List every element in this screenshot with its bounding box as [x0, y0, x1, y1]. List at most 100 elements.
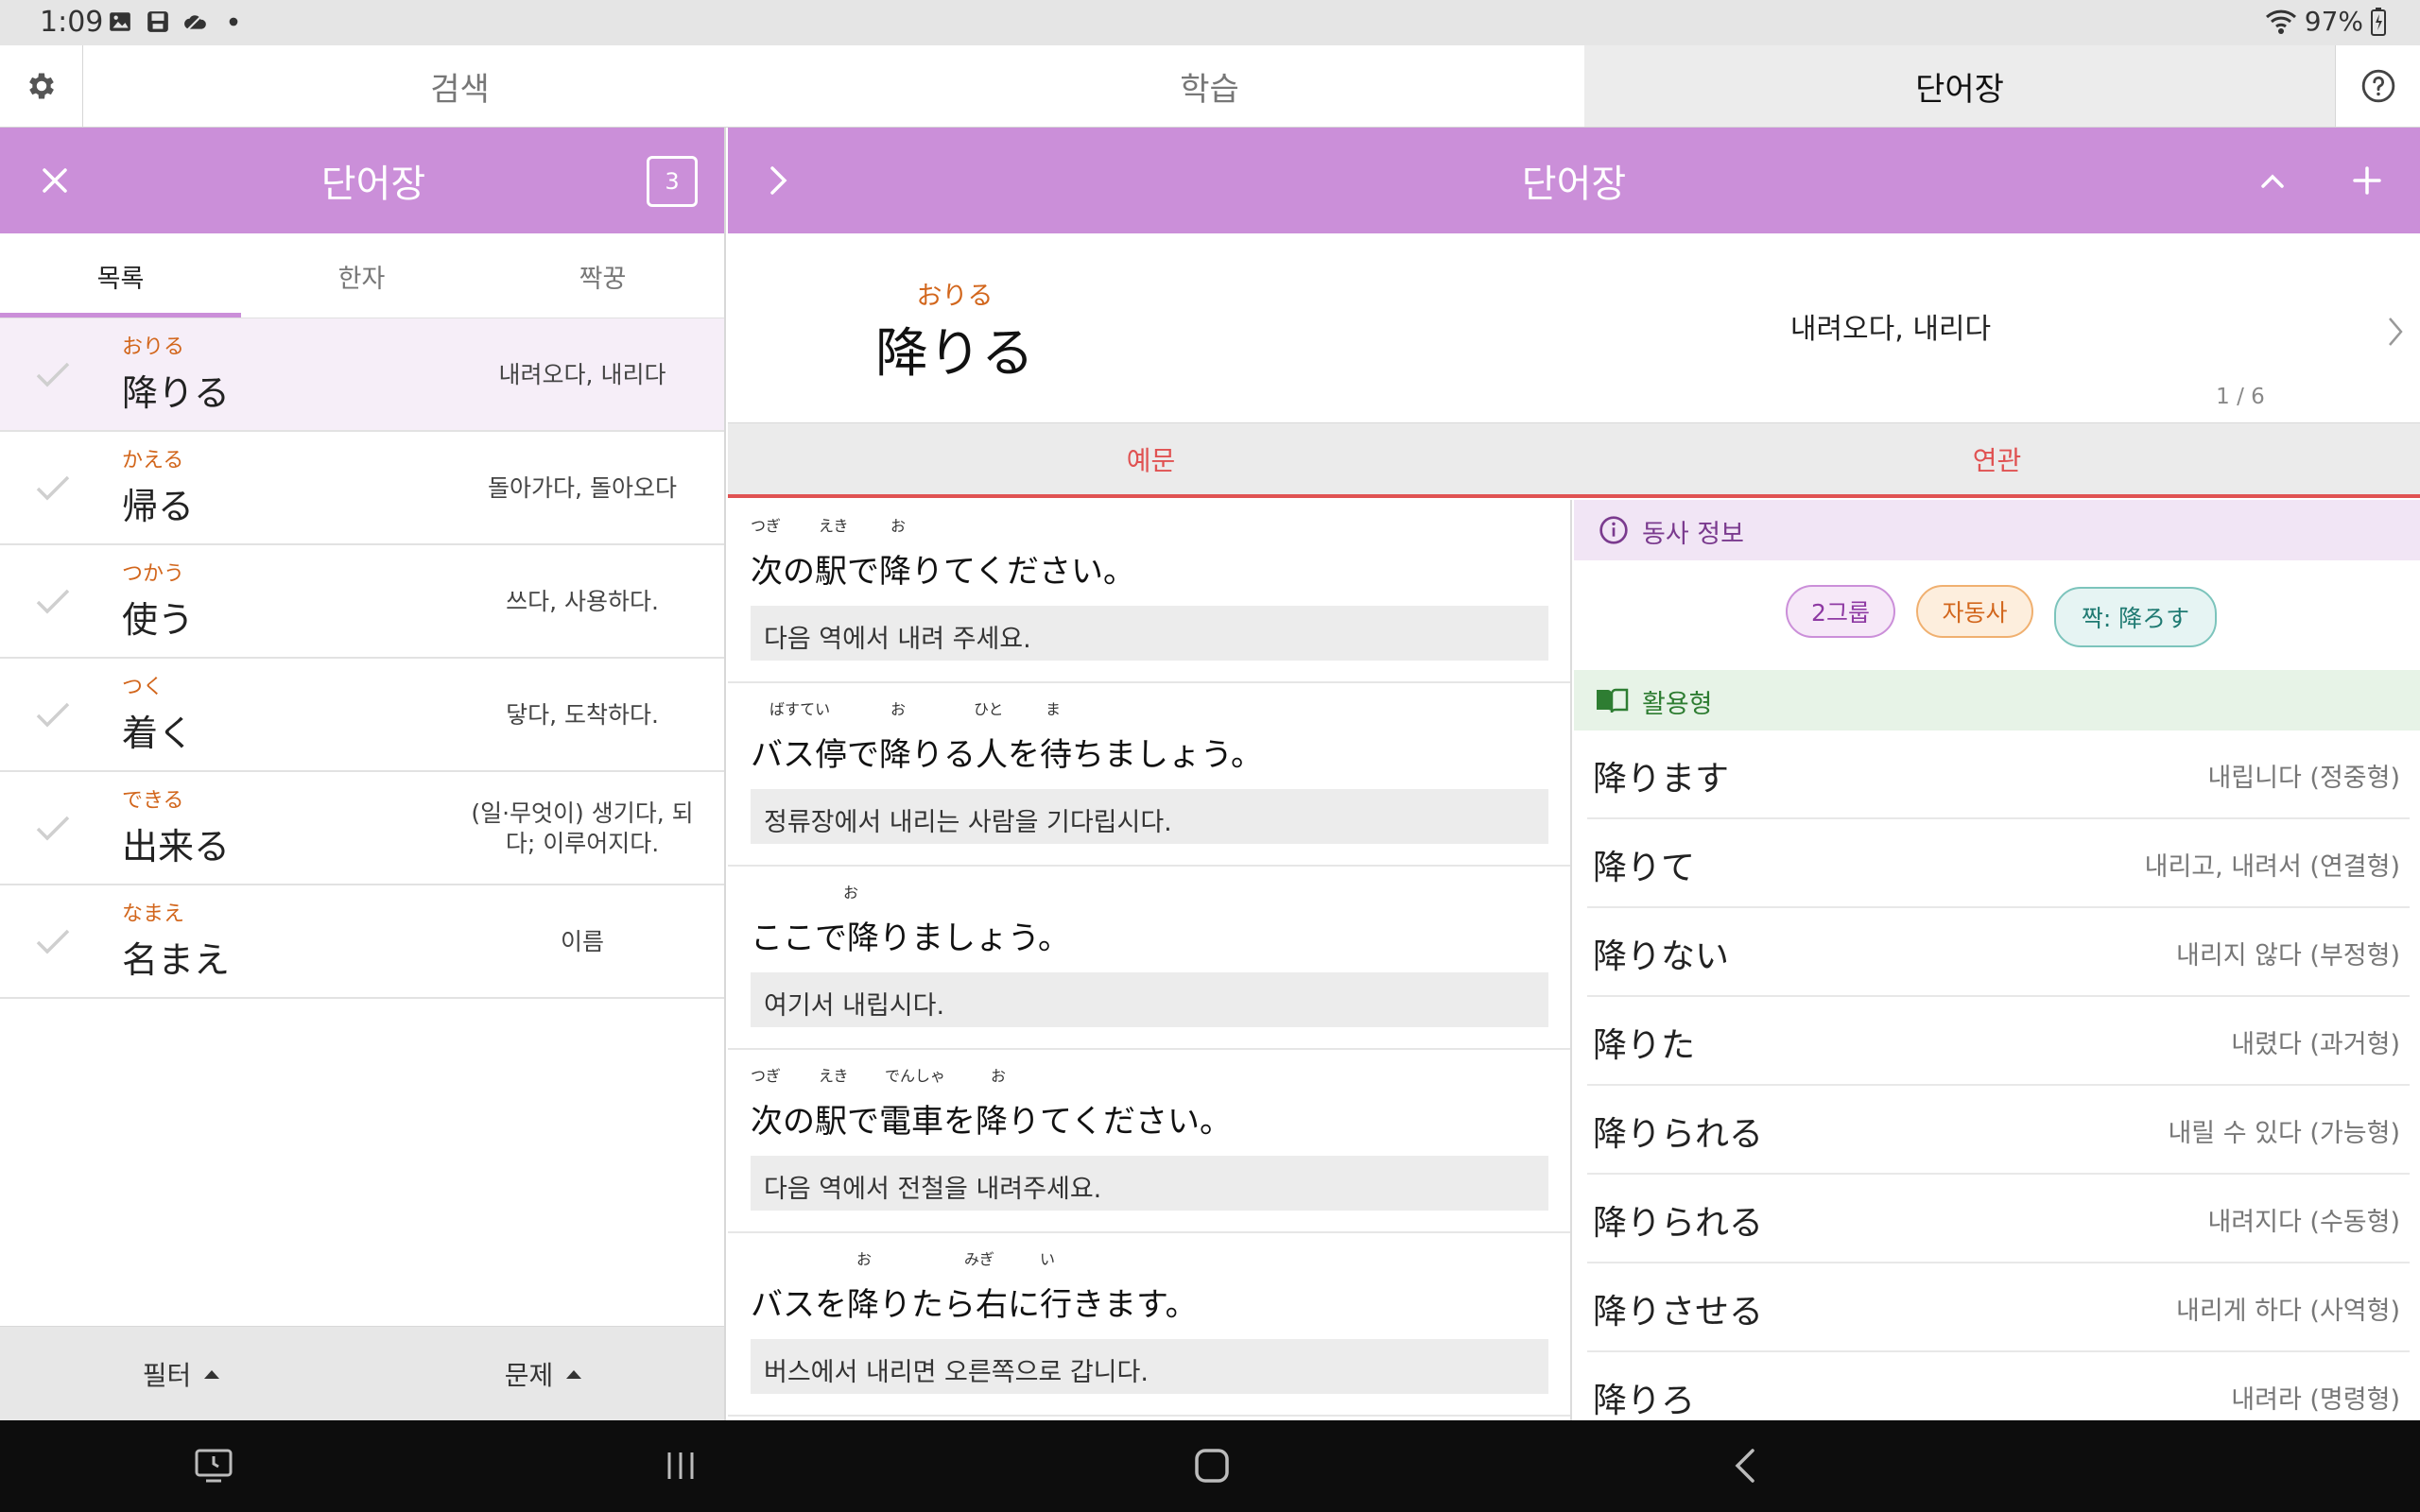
conjugation-meaning: 내리고, 내려서 (연결형): [2144, 852, 2400, 882]
word-meaning: 내려오다, 내리다: [498, 360, 666, 388]
caret-up-icon: [566, 1369, 582, 1379]
check-icon[interactable]: [34, 587, 72, 615]
quiz-label: 문제: [504, 1360, 554, 1391]
settings-button[interactable]: [0, 45, 83, 127]
book-icon: [1597, 688, 1629, 713]
subtab-indicator: [0, 313, 241, 318]
tab-search[interactable]: 검색: [85, 45, 835, 127]
add-button[interactable]: [2341, 154, 2394, 207]
example-japanese: 次の駅で降りてください。: [751, 553, 1135, 591]
word-kanji: 名まえ: [122, 939, 231, 981]
entry-word: 降りる: [875, 323, 1034, 385]
subtab-list[interactable]: 목록: [0, 233, 241, 318]
word-row[interactable]: つかう 使う 쓰다, 사용하다.: [0, 545, 724, 659]
example-korean: 버스에서 내리면 오른쪽으로 갑니다.: [764, 1358, 1149, 1387]
conjugation-form: 降りろ: [1593, 1382, 1696, 1420]
screenshot-button[interactable]: [185, 1437, 242, 1494]
plus-icon: [2353, 166, 2381, 195]
furigana: ばすてい: [769, 700, 831, 718]
status-icons: [108, 9, 246, 34]
word-kanji: 帰る: [122, 486, 195, 527]
entry-page-indicator: 1 / 6: [2216, 385, 2265, 409]
furigana: つぎ: [751, 1067, 782, 1085]
examples-list[interactable]: つぎ えき お 次の駅で降りてください。 다음 역에서 내려 주세요. ばすてい…: [728, 500, 1572, 1420]
caret-up-icon: [204, 1369, 220, 1379]
word-kanji: 降りる: [122, 372, 231, 414]
tab-examples[interactable]: 예문: [728, 423, 1574, 495]
tag-pair[interactable]: 짝: 降ろす: [2054, 587, 2217, 647]
top-tab-bar: 검색 학습 단어장: [0, 45, 2420, 128]
filter-button[interactable]: 필터: [0, 1327, 362, 1421]
back-button[interactable]: [1717, 1437, 1773, 1494]
furigana: つぎ: [751, 517, 782, 535]
recent-apps-button[interactable]: [652, 1437, 709, 1494]
cloud-icon: [184, 12, 206, 31]
close-button[interactable]: [28, 154, 81, 207]
tab-related[interactable]: 연관: [1574, 423, 2420, 495]
furigana: ひと: [974, 700, 1004, 718]
collapse-button[interactable]: [2246, 154, 2299, 207]
check-icon[interactable]: [34, 814, 72, 842]
check-icon[interactable]: [34, 927, 72, 955]
word-detail-panel: 단어장 おりる 降りる 내려오다, 내리다 1 / 6 예문 연관 つぎ えき …: [728, 128, 2420, 1420]
furigana: い: [1040, 1250, 1056, 1268]
check-icon[interactable]: [34, 360, 72, 388]
furigana: お: [890, 517, 907, 535]
furigana: でんしゃ: [885, 1067, 946, 1085]
example-korean: 다음 역에서 전철을 내려주세요.: [764, 1175, 1102, 1204]
expand-button[interactable]: [752, 154, 805, 207]
word-reading: つく: [122, 676, 164, 699]
wordbook-list-panel: 단어장 3 목록 한자 짝꿍 おりる 降りる 내려오다, 내리다 かえる 帰る …: [0, 128, 726, 1420]
battery-percent: 97%: [2304, 6, 2363, 37]
word-row[interactable]: おりる 降りる 내려오다, 내리다: [0, 318, 724, 432]
help-button[interactable]: [2335, 45, 2420, 127]
example-korean: 다음 역에서 내려 주세요.: [764, 625, 1031, 654]
verb-info-title: 동사 정보: [1642, 520, 1744, 549]
example-translation-box: 여기서 내립시다.: [751, 972, 1548, 1027]
conjugation-row: 降りられる 내릴 수 있다 (가능형): [1587, 1086, 2410, 1175]
left-header: 단어장 3: [0, 128, 724, 233]
word-meaning: 닿다, 도착하다.: [506, 700, 659, 729]
left-subtabs: 목록 한자 짝꿍: [0, 233, 724, 318]
word-reading: できる: [122, 789, 184, 813]
home-icon: [1195, 1449, 1229, 1483]
example-translation-box: 버스에서 내리면 오른쪽으로 갑니다.: [751, 1339, 1548, 1394]
furigana: お: [843, 884, 859, 902]
battery-icon: [2371, 7, 2386, 36]
word-row[interactable]: かえる 帰る 돌아가다, 돌아오다: [0, 432, 724, 545]
word-row[interactable]: つく 着く 닿다, 도착하다.: [0, 659, 724, 772]
conjugation-row: 降りさせる 내리게 하다 (사역형): [1587, 1263, 2410, 1352]
word-reading: おりる: [122, 335, 185, 359]
conjugation-row: 降りろ 내려라 (명령형): [1587, 1352, 2410, 1420]
tab-study[interactable]: 학습: [835, 45, 1584, 127]
word-row[interactable]: できる 出来る (일·무엇이) 생기다, 되다; 이루어지다.: [0, 772, 724, 885]
conjugation-meaning: 내려지다 (수동형): [2207, 1208, 2400, 1237]
system-nav-bar: [0, 1420, 2420, 1512]
conjugation-row: 降りられる 내려지다 (수동형): [1587, 1175, 2410, 1263]
home-button[interactable]: [1184, 1437, 1240, 1494]
verb-info-panel[interactable]: 동사 정보 2그룹 자동사 짝: 降ろす 활용형 降ります 내립니다 (정중형)…: [1574, 500, 2420, 1420]
gear-icon: [28, 73, 54, 99]
conjugation-form: 降りて: [1593, 849, 1696, 887]
tab-underline: [728, 494, 2420, 498]
conjugation-form: 降りた: [1593, 1026, 1696, 1065]
subtab-pair[interactable]: 짝꿍: [482, 233, 723, 318]
status-bar: 1:09 97%: [0, 0, 2420, 45]
subtab-kanji[interactable]: 한자: [241, 233, 482, 318]
furigana: ま: [1046, 700, 1062, 718]
check-icon[interactable]: [34, 473, 72, 502]
tag-intransitive: 자동사: [1916, 585, 2033, 638]
screen-icon: [195, 1449, 233, 1483]
quiz-button[interactable]: 문제: [362, 1327, 724, 1421]
conjugation-meaning: 내리게 하다 (사역형): [2176, 1297, 2400, 1326]
next-entry-icon[interactable]: [2384, 313, 2407, 351]
word-row[interactable]: なまえ 名まえ 이름: [0, 885, 724, 999]
conjugation-row: 降りて 내리고, 내려서 (연결형): [1587, 819, 2410, 908]
count-badge[interactable]: 3: [647, 156, 698, 207]
check-icon[interactable]: [34, 700, 72, 729]
conjugation-title: 활용형: [1642, 690, 1713, 719]
tab-wordbook[interactable]: 단어장: [1584, 45, 2335, 127]
example-korean: 여기서 내립시다.: [764, 991, 945, 1021]
furigana: えき: [819, 1067, 849, 1085]
word-kanji: 使う: [122, 599, 195, 641]
